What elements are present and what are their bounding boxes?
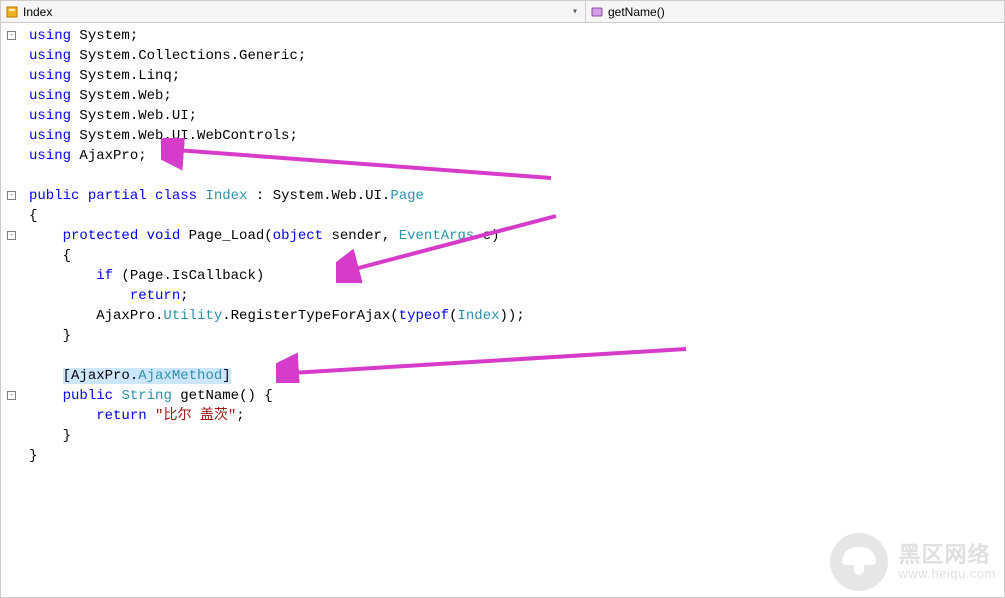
code-line: using System.Collections.Generic; bbox=[29, 48, 306, 64]
code-line: public String getName() { bbox=[29, 388, 273, 404]
code-line: using AjaxPro; bbox=[29, 148, 147, 164]
code-line: AjaxPro.Utility.RegisterTypeForAjax(type… bbox=[29, 308, 525, 324]
editor-window: Index ▾ getName() - - - - using System; … bbox=[0, 0, 1005, 598]
fold-toggle[interactable]: - bbox=[7, 231, 16, 240]
code-line: using System.Web.UI; bbox=[29, 108, 197, 124]
code-line: using System.Linq; bbox=[29, 68, 180, 84]
class-icon bbox=[5, 5, 19, 19]
watermark-icon bbox=[830, 533, 888, 591]
code-line: if (Page.IsCallback) bbox=[29, 268, 264, 284]
context-bar: Index ▾ getName() bbox=[1, 1, 1004, 23]
context-member-dropdown[interactable]: getName() bbox=[586, 1, 1004, 22]
watermark-title: 黑区网络 bbox=[898, 543, 996, 567]
method-icon bbox=[590, 5, 604, 19]
fold-toggle[interactable]: - bbox=[7, 191, 16, 200]
code-line: using System.Web.UI.WebControls; bbox=[29, 128, 298, 144]
fold-toggle[interactable]: - bbox=[7, 391, 16, 400]
code-line: } bbox=[29, 428, 71, 444]
code-line: { bbox=[29, 248, 71, 264]
context-class-label: Index bbox=[23, 5, 52, 19]
chevron-down-icon: ▾ bbox=[569, 6, 581, 18]
code-line: } bbox=[29, 328, 71, 344]
code-line: } bbox=[29, 448, 37, 464]
code-line: { bbox=[29, 208, 37, 224]
fold-gutter: - - - - bbox=[1, 23, 23, 597]
code-line: public partial class Index : System.Web.… bbox=[29, 188, 424, 204]
code-line: using System; bbox=[29, 28, 138, 44]
code-line: [AjaxPro.AjaxMethod] bbox=[29, 368, 231, 384]
code-line: return "比尔 盖茨"; bbox=[29, 408, 245, 424]
fold-toggle[interactable]: - bbox=[7, 31, 16, 40]
code-editor[interactable]: - - - - using System; using System.Colle… bbox=[1, 23, 1004, 597]
code-line: return; bbox=[29, 288, 189, 304]
code-line: using System.Web; bbox=[29, 88, 172, 104]
context-member-label: getName() bbox=[608, 5, 665, 19]
code-line: protected void Page_Load(object sender, … bbox=[29, 228, 500, 244]
watermark: 黑区网络 www.heiqu.com bbox=[830, 533, 996, 591]
watermark-url: www.heiqu.com bbox=[898, 567, 996, 581]
code-area[interactable]: using System; using System.Collections.G… bbox=[23, 23, 525, 597]
context-class-dropdown[interactable]: Index ▾ bbox=[1, 1, 586, 22]
